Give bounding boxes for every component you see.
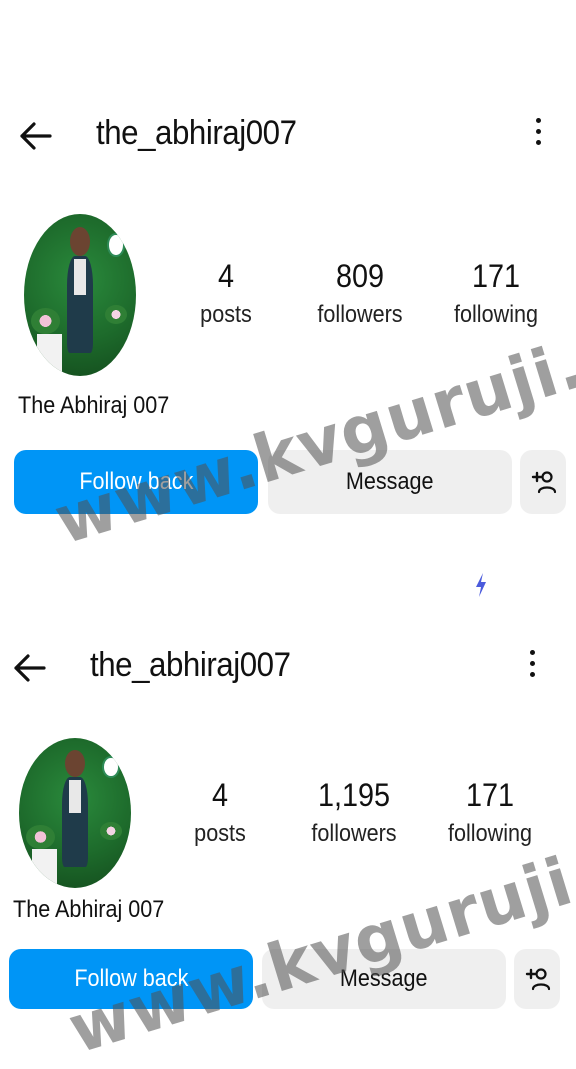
followers-stat[interactable]: 809 followers <box>300 258 420 330</box>
followers-label: followers <box>311 820 397 847</box>
profile-screen-1: the_abhiraj007 4 posts 809 followers 171… <box>0 0 576 560</box>
arrow-left-icon[interactable] <box>10 648 50 688</box>
avatar[interactable] <box>24 214 136 376</box>
more-vertical-icon[interactable] <box>531 118 545 158</box>
add-person-icon <box>525 968 551 991</box>
arrow-left-icon[interactable] <box>16 116 56 156</box>
follow-back-button[interactable]: Follow back <box>9 949 253 1009</box>
message-button[interactable]: Message <box>268 450 512 514</box>
profile-username: the_abhiraj007 <box>90 646 291 684</box>
message-label: Message <box>346 468 434 495</box>
more-vertical-icon[interactable] <box>525 650 539 690</box>
message-label: Message <box>340 965 428 992</box>
suggest-people-button[interactable] <box>514 949 560 1009</box>
posts-stat[interactable]: 4 posts <box>166 258 286 330</box>
following-count: 171 <box>465 777 515 813</box>
posts-stat[interactable]: 4 posts <box>160 777 280 849</box>
posts-count: 4 <box>211 777 229 813</box>
followers-count: 1,195 <box>317 777 391 813</box>
followers-count: 809 <box>335 258 385 294</box>
posts-label: posts <box>200 301 252 328</box>
followers-label: followers <box>317 301 403 328</box>
follow-back-label: Follow back <box>73 965 189 992</box>
message-button[interactable]: Message <box>262 949 506 1009</box>
followers-stat[interactable]: 1,195 followers <box>294 777 414 849</box>
posts-label: posts <box>194 820 246 847</box>
display-name: The Abhiraj 007 <box>13 896 165 923</box>
posts-count: 4 <box>217 258 235 294</box>
follow-back-label: Follow back <box>78 468 194 495</box>
following-stat[interactable]: 171 following <box>430 777 550 849</box>
suggest-people-button[interactable] <box>520 450 566 514</box>
follow-back-button[interactable]: Follow back <box>14 450 258 514</box>
following-stat[interactable]: 171 following <box>436 258 556 330</box>
add-person-icon <box>531 471 557 494</box>
following-label: following <box>453 301 539 328</box>
profile-screen-2: the_abhiraj007 4 posts 1,195 followers 1… <box>0 535 576 1069</box>
avatar[interactable] <box>19 738 131 888</box>
following-label: following <box>447 820 533 847</box>
display-name: The Abhiraj 007 <box>18 392 170 419</box>
profile-username: the_abhiraj007 <box>96 114 297 152</box>
following-count: 171 <box>471 258 521 294</box>
